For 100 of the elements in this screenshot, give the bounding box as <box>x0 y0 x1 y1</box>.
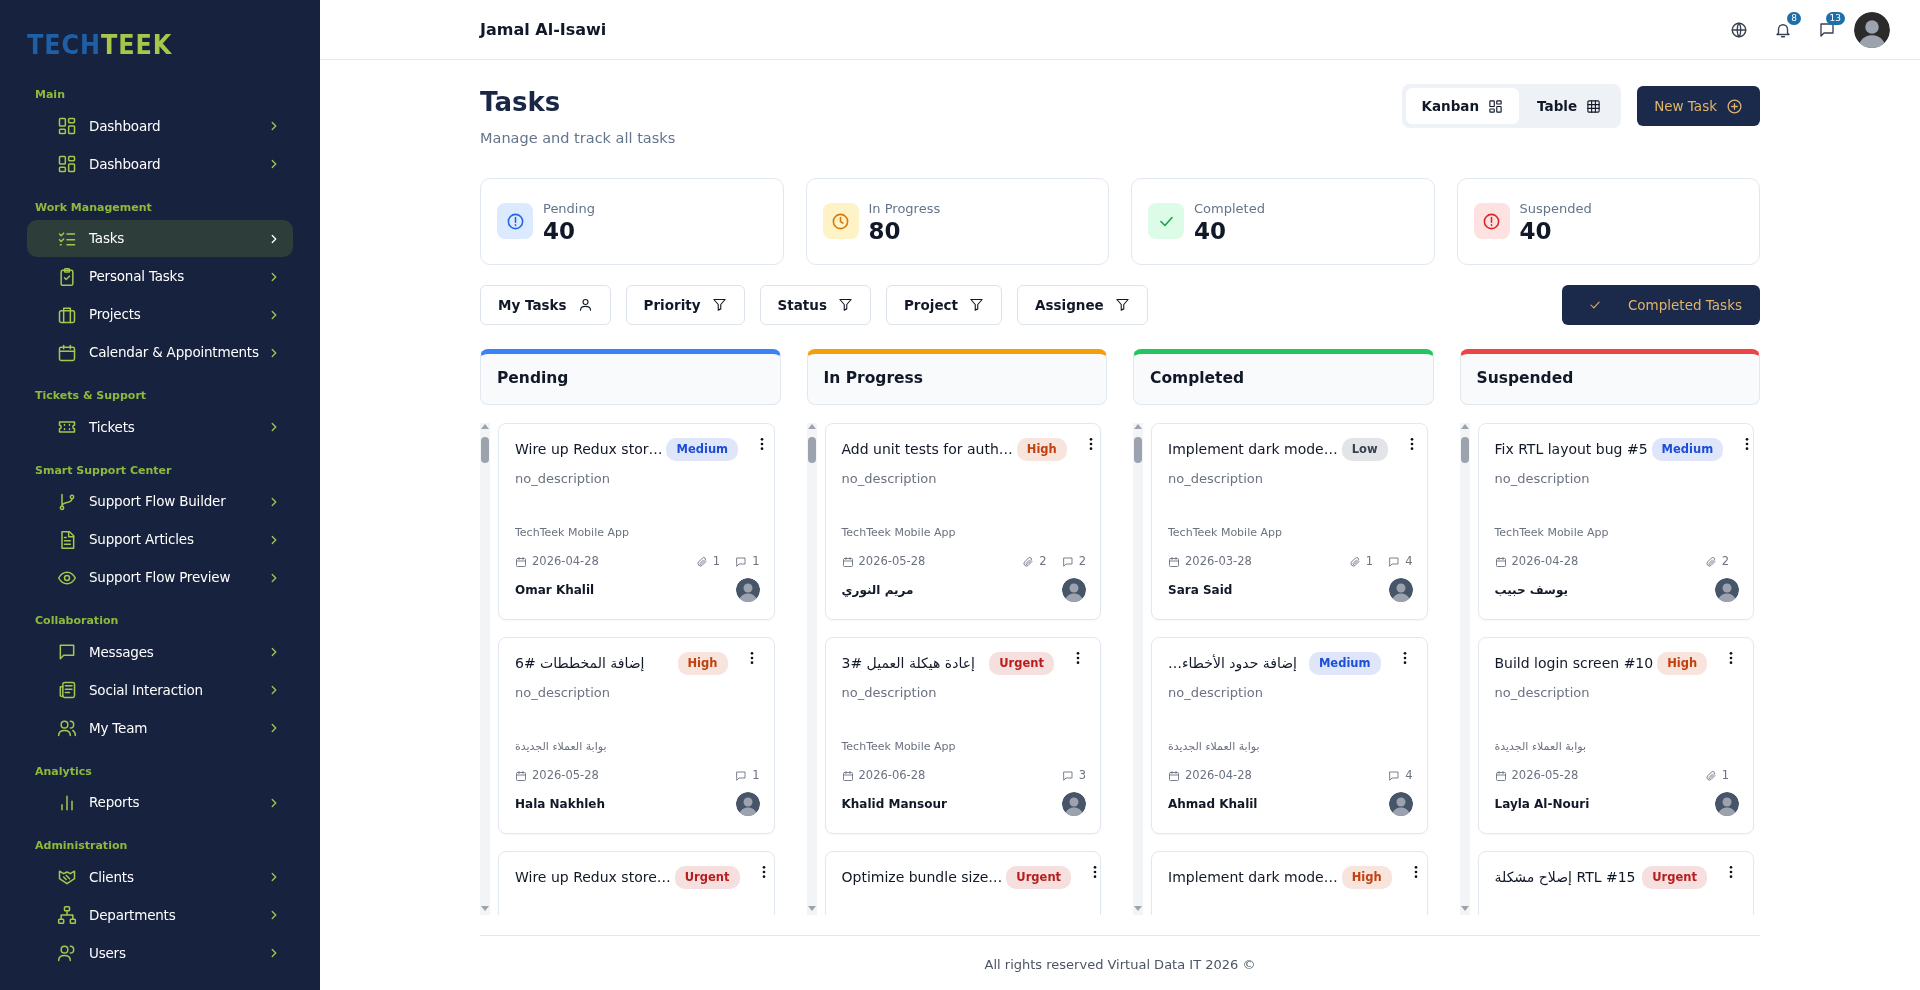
task-description: no_description <box>515 470 611 489</box>
task-card[interactable]: Implement dark mode… Low no_description TechTeek Mobile App 2026-03-28 1 4 Sara Said <box>1151 422 1428 620</box>
view-tab[interactable]: Table <box>1521 88 1618 125</box>
sidebar-item[interactable]: Reports <box>27 784 293 821</box>
user-icon <box>57 943 77 963</box>
calendar-icon <box>1168 555 1180 568</box>
sidebar-item[interactable]: Dashboard <box>27 107 293 145</box>
priority-tag: High <box>1657 651 1708 676</box>
project-name: TechTeek Mobile App <box>841 738 957 755</box>
task-card[interactable]: Wire up Redux store… Urgent <box>498 850 775 915</box>
stat-label: Completed <box>1194 200 1265 219</box>
due-date: 2026-03-28 <box>1185 553 1252 571</box>
stat-label: Pending <box>543 200 595 219</box>
calendar-icon <box>841 769 854 782</box>
sidebar-item[interactable]: Support Articles <box>27 521 293 558</box>
assignee-name: Khalid Mansour <box>841 796 947 814</box>
sidebar-item[interactable]: Tickets <box>27 408 293 446</box>
paperclip-icon <box>1704 769 1717 782</box>
messages-button[interactable] <box>1818 20 1836 39</box>
filter-button[interactable]: Project <box>885 284 1003 325</box>
comment-count: 1 <box>752 553 760 571</box>
sidebar-item[interactable]: Tasks <box>27 220 293 257</box>
task-description: no_description <box>841 684 938 703</box>
comment-count: 3 <box>1078 767 1086 785</box>
project-name: TechTeek Mobile App <box>1494 524 1610 541</box>
sidebar-item[interactable]: Dashboard <box>27 145 293 183</box>
sidebar-item[interactable]: Calendar & Appointments <box>27 334 293 371</box>
new-task-button[interactable]: New Task <box>1637 86 1760 127</box>
sidebar-item[interactable]: Clients <box>27 858 293 896</box>
scrollbar[interactable] <box>1459 422 1470 915</box>
task-card[interactable]: Implement dark mode… High <box>1151 850 1428 915</box>
comment-icon <box>1061 555 1074 568</box>
filter-icon <box>969 297 985 313</box>
chat-bubble-icon <box>57 642 77 662</box>
avatar <box>1715 792 1739 817</box>
assignee-name: Layla Al-Nouri <box>1494 796 1590 814</box>
people-icon <box>57 718 77 738</box>
stat-value: 40 <box>1519 218 1553 244</box>
task-title: Implement dark mode… <box>1168 868 1338 888</box>
section-heading: Main <box>35 87 66 103</box>
sidebar-item[interactable]: Social Interaction <box>27 671 293 709</box>
attachment-count: 1 <box>1721 767 1729 785</box>
globe-icon <box>1730 20 1748 39</box>
sidebar-item[interactable]: Users <box>27 934 293 972</box>
task-card[interactable]: Wire up Redux stor… Medium no_description TechTeek Mobile App 2026-04-28 1 1 Omar Khalil <box>498 422 775 620</box>
sidebar-item[interactable]: Messages <box>27 633 293 671</box>
comment-icon <box>735 769 748 782</box>
sidebar-item[interactable]: Personal Tasks <box>27 258 293 295</box>
scrollbar[interactable] <box>806 422 817 915</box>
paperclip-icon <box>1704 555 1717 568</box>
filter-button[interactable]: My Tasks <box>480 284 611 325</box>
due-date: 2026-06-28 <box>858 767 926 785</box>
sidebar-item[interactable]: My Team <box>27 709 293 747</box>
calendar-icon <box>1168 769 1180 782</box>
task-card[interactable]: Optimize bundle size… Urgent <box>824 850 1101 915</box>
task-title: Add unit tests for auth… <box>841 440 1013 460</box>
section-heading: Tickets & Support <box>35 388 148 404</box>
due-date: 2026-05-28 <box>1511 767 1579 785</box>
column-title: Suspended <box>1476 368 1574 390</box>
filter-button[interactable]: Priority <box>625 284 745 325</box>
calendar-icon <box>515 769 527 782</box>
sidebar-item[interactable]: Support Flow Preview <box>27 559 293 596</box>
due-date: 2026-04-28 <box>532 553 599 571</box>
assignee-name: Sara Said <box>1168 582 1233 600</box>
sidebar-item[interactable]: Departments <box>27 896 293 934</box>
due-date: 2026-04-28 <box>1511 553 1579 571</box>
task-description: no_description <box>1168 684 1264 703</box>
comment-count: 4 <box>1405 553 1413 571</box>
filter-button[interactable]: Assignee <box>1017 284 1148 325</box>
priority-tag: Low <box>1341 437 1388 462</box>
grid-icon <box>57 116 77 136</box>
newspaper-icon <box>57 680 77 700</box>
sidebar-item[interactable]: Projects <box>27 296 293 333</box>
sidebar-item[interactable]: Support Flow Builder <box>27 483 293 520</box>
priority-tag: High <box>1016 437 1067 462</box>
task-title: إضافة المخططات #6 <box>515 654 645 674</box>
view-tab[interactable]: Kanban <box>1405 88 1520 125</box>
priority-tag: Urgent <box>989 651 1054 676</box>
avatar <box>1388 578 1413 603</box>
section-heading: Analytics <box>35 763 93 780</box>
task-title: …إضافة حدود الأخطاء <box>1168 653 1297 674</box>
stat-label: Suspended <box>1519 200 1592 219</box>
language-button[interactable] <box>1730 20 1748 39</box>
scrollbar[interactable] <box>1133 422 1143 915</box>
task-description: no_description <box>1494 684 1591 703</box>
calendar-icon <box>1494 769 1507 782</box>
assignee-name: Omar Khalil <box>515 582 595 600</box>
branch-icon <box>57 491 77 512</box>
filter-icon <box>837 297 853 313</box>
attachment-count: 2 <box>1039 553 1047 571</box>
hierarchy-icon <box>57 905 77 925</box>
task-title: Build login screen #10 <box>1494 654 1654 674</box>
assignee-name: يوسف حبيب <box>1494 582 1568 600</box>
column-title: In Progress <box>823 368 924 390</box>
priority-tag: Urgent <box>674 865 740 890</box>
completed-tasks-button[interactable]: Completed Tasks <box>1561 284 1760 325</box>
scrollbar[interactable] <box>480 422 490 915</box>
filter-button[interactable]: Status <box>759 284 871 325</box>
project-name: بوابة العملاء الجديدة <box>1494 738 1587 755</box>
attachment-count: 1 <box>712 553 721 571</box>
